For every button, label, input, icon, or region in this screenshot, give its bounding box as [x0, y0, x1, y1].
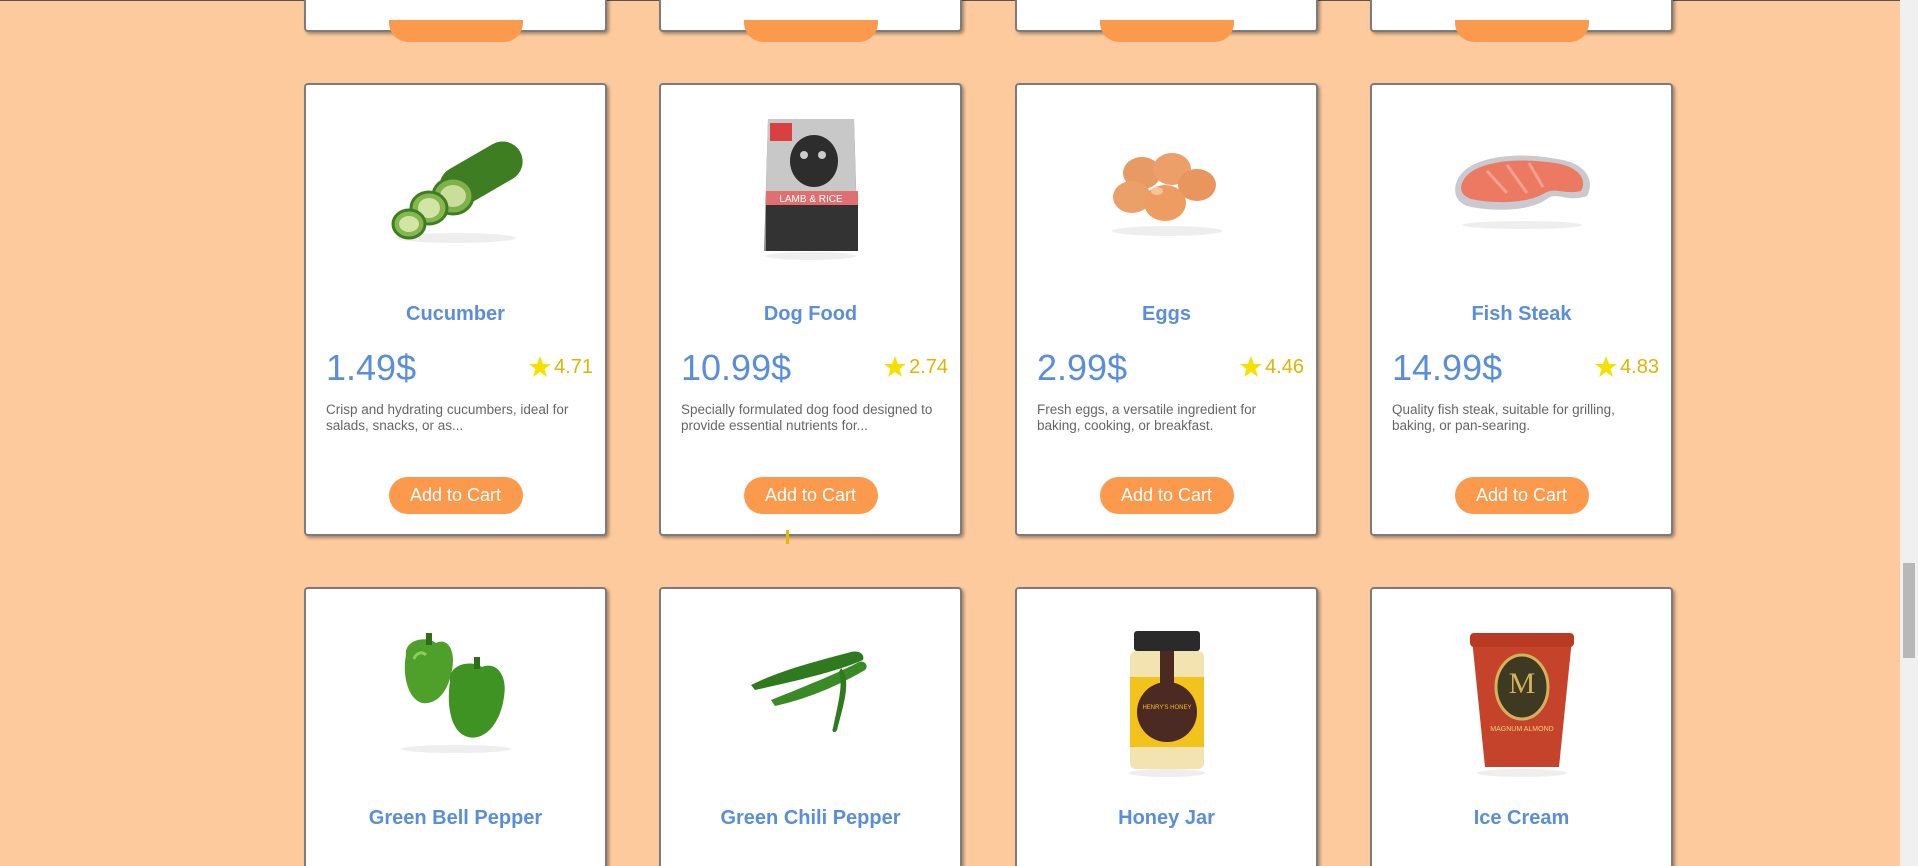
- add-to-cart-button[interactable]: Add to Cart: [388, 477, 523, 514]
- add-to-cart-button[interactable]: [1454, 20, 1589, 42]
- product-name[interactable]: Ice Cream: [1372, 807, 1671, 830]
- product-price: 10.99$: [681, 347, 792, 388]
- page: Cucumber 1.49$ 4.71 Crisp and hydrating …: [0, 0, 1918, 866]
- product-rating: 2.74: [883, 355, 948, 379]
- rating-value: 4.71: [554, 355, 593, 378]
- product-name[interactable]: Dog Food: [661, 303, 960, 326]
- star-icon: [884, 356, 907, 377]
- cucumber-image[interactable]: [306, 121, 605, 251]
- ice-cream-label-text: MAGNUM ALMOND: [1490, 726, 1553, 733]
- add-to-cart-button[interactable]: Add to Cart: [743, 477, 878, 514]
- vertical-scrollbar[interactable]: [1900, 0, 1918, 866]
- product-price: 2.99$: [1037, 347, 1128, 388]
- add-to-cart-button[interactable]: [743, 20, 878, 42]
- product-name[interactable]: Green Chili Pepper: [661, 807, 960, 830]
- add-to-cart-button[interactable]: [388, 20, 523, 42]
- product-card-honey-jar: HENRY'S HONEY Honey Jar: [1015, 587, 1318, 866]
- product-card-ice-cream: M MAGNUM ALMOND Ice Cream: [1370, 587, 1673, 866]
- add-to-cart-button[interactable]: [1099, 20, 1234, 42]
- dog-food-bag-text: LAMB & RICE: [779, 194, 843, 205]
- honey-jar-image[interactable]: HENRY'S HONEY: [1017, 627, 1316, 777]
- honey-jar-label-text: HENRY'S HONEY: [1142, 705, 1191, 711]
- product-description: Quality fish steak, suitable for grillin…: [1392, 402, 1615, 433]
- product-name[interactable]: Eggs: [1017, 303, 1316, 326]
- add-to-cart-button[interactable]: Add to Cart: [1099, 477, 1234, 514]
- rating-value: 2.74: [909, 355, 948, 378]
- product-card-dog-food: LAMB & RICE Dog Food 10.99$ 2.74 Special…: [659, 83, 962, 536]
- scrollbar-thumb[interactable]: [1903, 563, 1915, 658]
- green-chili-pepper-image[interactable]: [661, 625, 960, 755]
- product-card: [304, 0, 607, 42]
- product-card-green-bell-pepper: Green Bell Pepper: [304, 587, 607, 866]
- dog-food-bag-image[interactable]: LAMB & RICE: [661, 119, 960, 260]
- star-icon: [1240, 356, 1263, 377]
- eggs-image[interactable]: [1017, 121, 1316, 251]
- product-rating: 4.71: [528, 355, 593, 379]
- product-rating: 4.46: [1239, 355, 1304, 379]
- product-card-green-chili-pepper: Green Chili Pepper: [659, 587, 962, 866]
- product-card: [1370, 0, 1673, 42]
- product-name[interactable]: Cucumber: [306, 303, 605, 326]
- green-bell-pepper-image[interactable]: [306, 625, 605, 755]
- product-card: [659, 0, 962, 42]
- product-description: Specially formulated dog food designed t…: [681, 402, 933, 433]
- product-card: [1015, 0, 1318, 42]
- product-price: 1.49$: [326, 347, 417, 388]
- product-name[interactable]: Green Bell Pepper: [306, 807, 605, 830]
- product-description: Crisp and hydrating cucumbers, ideal for…: [326, 402, 569, 433]
- product-name[interactable]: Honey Jar: [1017, 807, 1316, 830]
- star-icon: [529, 356, 552, 377]
- rating-value: 4.83: [1620, 355, 1659, 378]
- fish-steak-image[interactable]: [1372, 121, 1671, 251]
- product-price: 14.99$: [1392, 347, 1503, 388]
- svg-text:M: M: [1508, 667, 1535, 700]
- product-name[interactable]: Fish Steak: [1372, 303, 1671, 326]
- star-icon: [1595, 356, 1618, 377]
- product-card-fish-steak: Fish Steak 14.99$ 4.83 Quality fish stea…: [1370, 83, 1673, 536]
- mouse-cursor: [786, 530, 789, 544]
- product-card-cucumber: Cucumber 1.49$ 4.71 Crisp and hydrating …: [304, 83, 607, 536]
- add-to-cart-button[interactable]: Add to Cart: [1454, 477, 1589, 514]
- product-card-eggs: Eggs 2.99$ 4.46 Fresh eggs, a versatile …: [1015, 83, 1318, 536]
- ice-cream-tub-image[interactable]: M MAGNUM ALMOND: [1372, 627, 1671, 777]
- product-description: Fresh eggs, a versatile ingredient for b…: [1037, 402, 1257, 433]
- product-rating: 4.83: [1594, 355, 1659, 379]
- rating-value: 4.46: [1265, 355, 1304, 378]
